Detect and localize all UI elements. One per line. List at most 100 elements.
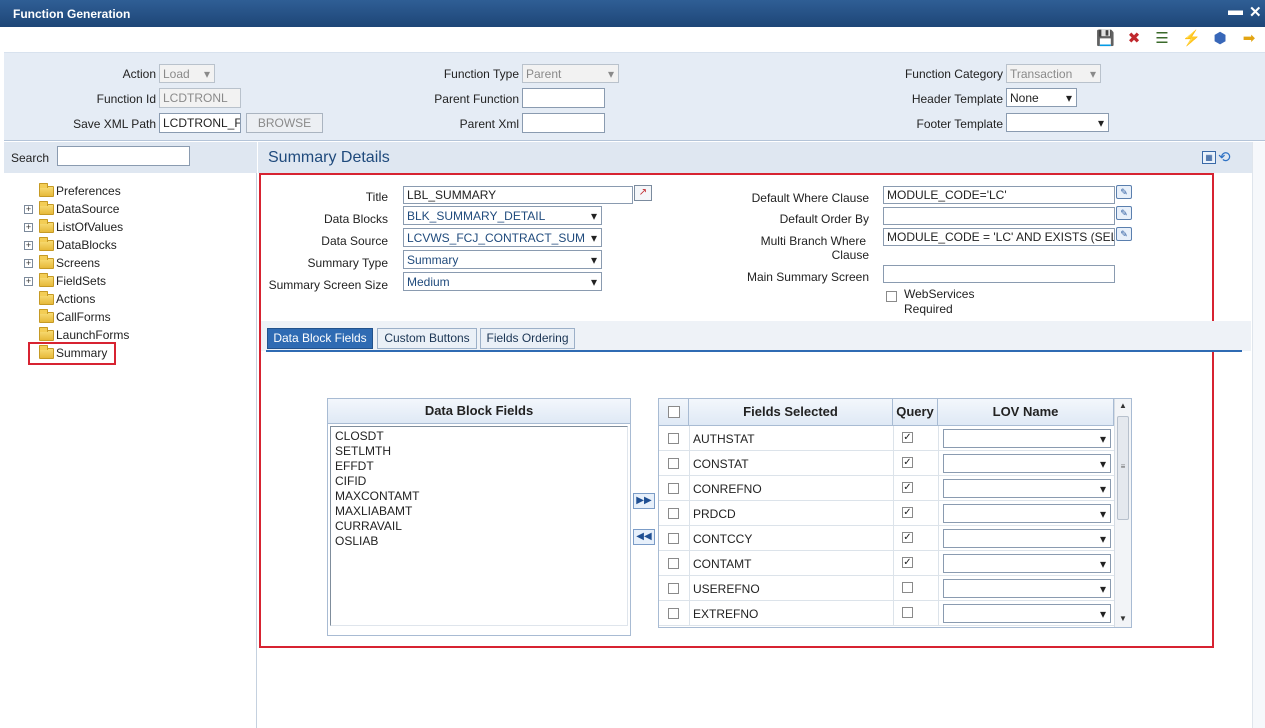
row-select-checkbox[interactable]	[668, 608, 679, 619]
table-scrollbar[interactable]: ▲ ≡ ▼	[1114, 399, 1131, 627]
browse-button[interactable]: BROWSE	[246, 113, 323, 133]
folder-icon	[39, 309, 54, 323]
column-divider	[689, 526, 690, 551]
webservices-checkbox[interactable]	[886, 291, 897, 302]
edit-where-icon[interactable]: ✎	[1116, 185, 1132, 199]
query-checkbox[interactable]	[902, 607, 913, 618]
edit-order-icon[interactable]: ✎	[1116, 206, 1132, 220]
list-item[interactable]: CIFID	[335, 474, 419, 489]
list-icon[interactable]: ☰	[1153, 30, 1171, 48]
row-select-checkbox[interactable]	[668, 483, 679, 494]
default-order-field[interactable]	[883, 207, 1115, 225]
summary-screen-size-select[interactable]: Medium	[403, 272, 602, 291]
close-icon[interactable]: ✕	[1249, 3, 1262, 21]
edit-multi-branch-icon[interactable]: ✎	[1116, 227, 1132, 241]
lov-name-select[interactable]	[943, 429, 1111, 448]
tree-item-datablocks[interactable]: + DataBlocks	[4, 236, 257, 254]
header-template-select[interactable]: None	[1006, 88, 1077, 107]
query-checkbox[interactable]: ✓	[902, 457, 913, 468]
list-item[interactable]: CURRAVAIL	[335, 519, 419, 534]
list-item[interactable]: OSLIAB	[335, 534, 419, 549]
list-item[interactable]: SETLMTH	[335, 444, 419, 459]
tab-data-block-fields[interactable]: Data Block Fields	[267, 328, 373, 349]
scroll-up-icon[interactable]: ▲	[1119, 401, 1127, 410]
column-divider	[893, 576, 894, 601]
lov-name-select[interactable]	[943, 579, 1111, 598]
query-checkbox[interactable]: ✓	[902, 532, 913, 543]
main-scrollbar[interactable]	[1252, 142, 1265, 728]
generate-icon[interactable]: ⚡	[1182, 30, 1201, 48]
data-block-fields-list[interactable]: CLOSDT SETLMTH EFFDT CIFID MAXCONTAMT MA…	[330, 426, 628, 626]
save-icon[interactable]: 💾	[1096, 30, 1115, 48]
row-select-checkbox[interactable]	[668, 583, 679, 594]
move-left-button[interactable]: ◀◀	[633, 529, 655, 545]
query-checkbox[interactable]: ✓	[902, 557, 913, 568]
lov-name-select[interactable]	[943, 454, 1111, 473]
minimize-icon[interactable]: ▬	[1228, 2, 1243, 19]
tree-item-actions[interactable]: Actions	[4, 290, 257, 308]
lov-name-select[interactable]	[943, 504, 1111, 523]
lov-name-select[interactable]	[943, 529, 1111, 548]
toolbar: 💾 ✖ ☰ ⚡ ⬢ ➡	[4, 27, 1265, 53]
row-select-checkbox[interactable]	[668, 558, 679, 569]
function-category-select[interactable]: Transaction	[1006, 64, 1101, 83]
multi-branch-field[interactable]: MODULE_CODE = 'LC' AND EXISTS (SEL	[883, 228, 1115, 246]
list-item[interactable]: EFFDT	[335, 459, 419, 474]
row-select-checkbox[interactable]	[668, 508, 679, 519]
parent-function-field[interactable]	[522, 88, 605, 108]
edit-label-icon[interactable]: ↗	[634, 185, 652, 201]
tree-item-preferences[interactable]: Preferences	[4, 182, 257, 200]
list-item[interactable]: MAXLIABAMT	[335, 504, 419, 519]
deploy-icon[interactable]: ⬢	[1211, 30, 1229, 48]
scrollbar-thumb[interactable]: ≡	[1117, 416, 1129, 520]
query-checkbox[interactable]: ✓	[902, 507, 913, 518]
delete-icon[interactable]: ✖	[1125, 30, 1143, 48]
query-checkbox[interactable]: ✓	[902, 482, 913, 493]
tree-item-callforms[interactable]: CallForms	[4, 308, 257, 326]
query-checkbox[interactable]: ✓	[902, 432, 913, 443]
row-select-checkbox[interactable]	[668, 458, 679, 469]
default-where-field[interactable]: MODULE_CODE='LC'	[883, 186, 1115, 204]
expand-icon[interactable]: +	[24, 277, 33, 286]
action-select[interactable]: Load	[159, 64, 215, 83]
lov-name-select[interactable]	[943, 604, 1111, 623]
tree-item-label: Summary	[56, 346, 108, 360]
refresh-icon[interactable]: ⟲	[1218, 148, 1231, 166]
preview-icon[interactable]: ▦	[1202, 151, 1216, 164]
summary-type-select[interactable]: Summary	[403, 250, 602, 269]
query-checkbox[interactable]	[902, 582, 913, 593]
lov-name-select[interactable]	[943, 479, 1111, 498]
list-item[interactable]: CLOSDT	[335, 429, 419, 444]
expand-icon[interactable]: +	[24, 241, 33, 250]
search-input[interactable]	[57, 146, 190, 166]
function-id-field[interactable]: LCDTRONL	[159, 88, 241, 108]
tree-item-listofvalues[interactable]: + ListOfValues	[4, 218, 257, 236]
list-item[interactable]: MAXCONTAMT	[335, 489, 419, 504]
footer-template-select[interactable]	[1006, 113, 1109, 132]
title-field[interactable]: LBL_SUMMARY	[403, 186, 633, 204]
parent-xml-label: Parent Xml	[459, 117, 519, 131]
parent-xml-field[interactable]	[522, 113, 605, 133]
row-select-checkbox[interactable]	[668, 533, 679, 544]
function-type-select[interactable]: Parent	[522, 64, 619, 83]
tree-item-fieldsets[interactable]: + FieldSets	[4, 272, 257, 290]
tab-fields-ordering[interactable]: Fields Ordering	[480, 328, 575, 349]
expand-icon[interactable]: +	[24, 223, 33, 232]
data-source-select[interactable]: LCVWS_FCJ_CONTRACT_SUM	[403, 228, 602, 247]
select-all-checkbox[interactable]	[668, 406, 680, 418]
expand-icon[interactable]: +	[24, 259, 33, 268]
tree-item-datasource[interactable]: + DataSource	[4, 200, 257, 218]
exit-icon[interactable]: ➡	[1240, 30, 1258, 48]
lov-name-select[interactable]	[943, 554, 1111, 573]
row-select-checkbox[interactable]	[668, 433, 679, 444]
tab-custom-buttons[interactable]: Custom Buttons	[377, 328, 477, 349]
scroll-down-icon[interactable]: ▼	[1119, 614, 1127, 623]
folder-icon	[39, 183, 54, 197]
main-summary-field[interactable]	[883, 265, 1115, 283]
data-blocks-select[interactable]: BLK_SUMMARY_DETAIL	[403, 206, 602, 225]
save-xml-path-field[interactable]: LCDTRONL_F	[159, 113, 241, 133]
move-right-button[interactable]: ▶▶	[633, 493, 655, 509]
tree-item-screens[interactable]: + Screens	[4, 254, 257, 272]
expand-icon[interactable]: +	[24, 205, 33, 214]
tree-item-summary[interactable]: Summary	[4, 342, 257, 365]
